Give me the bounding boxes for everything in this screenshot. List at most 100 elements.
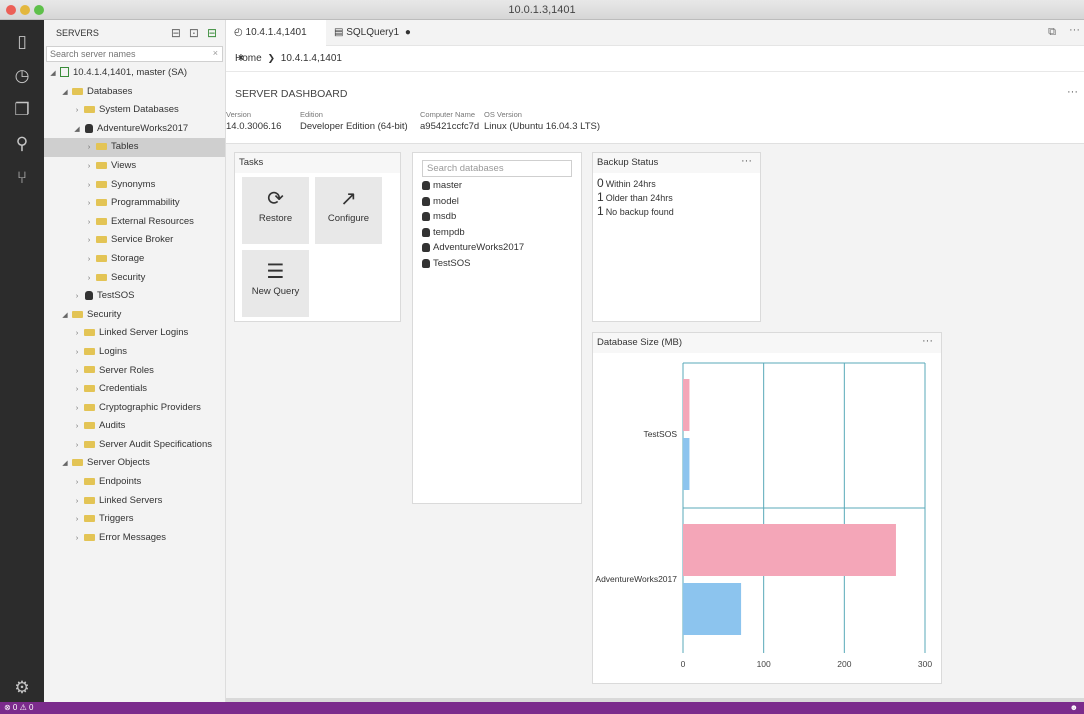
folder-icon: [84, 515, 95, 523]
chevron-down-icon[interactable]: ◢: [60, 84, 70, 103]
dashboard-more-icon[interactable]: ···: [1067, 86, 1078, 98]
split-editor-icon[interactable]: ⧉: [1048, 26, 1056, 39]
tree-node[interactable]: › Synonyms: [44, 176, 225, 195]
chevron-right-icon[interactable]: ›: [72, 493, 82, 512]
chevron-right-icon[interactable]: ›: [84, 232, 94, 251]
tree-node[interactable]: › Security: [44, 269, 225, 288]
backup-more-icon[interactable]: ···: [741, 151, 752, 171]
tree-node-label: Server Roles: [99, 364, 154, 376]
chevron-right-icon[interactable]: ›: [72, 102, 82, 121]
unsaved-dot-icon[interactable]: ●: [405, 27, 411, 38]
database-item[interactable]: msdb: [413, 209, 581, 225]
chevron-right-icon[interactable]: ›: [72, 400, 82, 419]
property-key: Edition: [300, 110, 323, 119]
history-icon[interactable]: ◷: [10, 64, 34, 88]
chevron-right-icon[interactable]: ›: [72, 363, 82, 382]
chevron-down-icon[interactable]: ◢: [48, 65, 58, 84]
chevron-right-icon[interactable]: ›: [72, 437, 82, 456]
chevron-right-icon[interactable]: ›: [72, 474, 82, 493]
maximize-window-button[interactable]: [34, 5, 44, 15]
tree-node[interactable]: ◢ Databases: [44, 83, 225, 102]
problems-status[interactable]: ⊗ 0 ⚠ 0: [4, 703, 33, 712]
tree-node[interactable]: ◢ AdventureWorks2017: [44, 120, 225, 139]
tree-node[interactable]: › System Databases: [44, 101, 225, 120]
search-icon[interactable]: ⚲: [10, 132, 34, 156]
tree-node[interactable]: › Endpoints: [44, 473, 225, 492]
source-control-icon[interactable]: ⑂: [10, 166, 34, 190]
tree-node[interactable]: › Error Messages: [44, 529, 225, 548]
tree-node[interactable]: ◢ Server Objects: [44, 454, 225, 473]
tree-node[interactable]: › Linked Servers: [44, 492, 225, 511]
tree-node[interactable]: › Linked Server Logins: [44, 324, 225, 343]
tree-node[interactable]: › Views: [44, 157, 225, 176]
new-group-icon[interactable]: ⊡: [189, 26, 199, 40]
tree-node[interactable]: › Credentials: [44, 380, 225, 399]
breadcrumb-server[interactable]: 10.4.1.4,1401: [281, 53, 342, 64]
folder-icon: [84, 403, 95, 411]
database-list: master model msdb tempdb AdventureWorks2017 T…: [413, 178, 581, 272]
folder-icon: [96, 236, 107, 244]
tree-node[interactable]: ◢ Security: [44, 306, 225, 325]
chevron-right-icon[interactable]: ›: [84, 214, 94, 233]
tree-node[interactable]: › Programmability: [44, 194, 225, 213]
chevron-down-icon[interactable]: ◢: [60, 455, 70, 474]
database-item[interactable]: AdventureWorks2017: [413, 240, 581, 256]
tab-server-dashboard[interactable]: ◴ 10.4.1.4,1401 ×: [226, 20, 326, 64]
chevron-right-icon[interactable]: ›: [72, 381, 82, 400]
chevron-down-icon[interactable]: ◢: [60, 307, 70, 326]
restore-button[interactable]: ⟳ Restore: [242, 177, 309, 244]
servers-icon[interactable]: ▯: [10, 30, 34, 54]
chevron-right-icon[interactable]: ›: [72, 288, 82, 307]
explorer-icon[interactable]: ❐: [10, 98, 34, 122]
settings-gear-icon[interactable]: ⚙: [10, 676, 34, 700]
clear-search-icon[interactable]: ×: [213, 48, 218, 58]
tab-label: SQLQuery1: [346, 27, 400, 38]
chevron-right-icon[interactable]: ›: [72, 418, 82, 437]
new-query-button[interactable]: ☰ New Query: [242, 250, 309, 317]
tree-node[interactable]: › Cryptographic Providers: [44, 399, 225, 418]
database-item[interactable]: TestSOS: [413, 256, 581, 272]
database-icon: [422, 227, 430, 237]
tree-node[interactable]: › Audits: [44, 417, 225, 436]
chevron-right-icon[interactable]: ›: [84, 195, 94, 214]
tree-node-label: Views: [111, 159, 137, 171]
sidebar-header: SERVERS ⊟ ⊡ ⊟: [44, 20, 225, 46]
folder-icon: [96, 217, 107, 225]
active-connections-icon[interactable]: ⊟: [207, 26, 217, 40]
database-item[interactable]: master: [413, 178, 581, 194]
chevron-right-icon[interactable]: ›: [84, 251, 94, 270]
chevron-right-icon[interactable]: ›: [72, 511, 82, 530]
database-search-input[interactable]: Search databases: [422, 160, 572, 177]
chevron-right-icon[interactable]: ›: [72, 530, 82, 549]
tree-node[interactable]: › Tables: [44, 138, 225, 157]
chevron-right-icon[interactable]: ›: [84, 139, 94, 158]
tree-node[interactable]: › External Resources: [44, 213, 225, 232]
tree-node[interactable]: › TestSOS: [44, 287, 225, 306]
more-actions-icon[interactable]: ···: [1069, 24, 1080, 36]
tree-node[interactable]: › Logins: [44, 343, 225, 362]
tree-node[interactable]: ◢ 10.4.1.4,1401, master (SA): [44, 64, 225, 83]
close-tab-icon[interactable]: ×: [238, 53, 244, 64]
chevron-right-icon[interactable]: ›: [84, 270, 94, 289]
chevron-right-icon[interactable]: ›: [72, 325, 82, 344]
database-icon: [422, 243, 430, 253]
tab-sqlquery1[interactable]: ▤ SQLQuery1 ●: [326, 20, 419, 46]
chevron-right-icon[interactable]: ›: [84, 177, 94, 196]
tree-node[interactable]: › Service Broker: [44, 231, 225, 250]
tree-node[interactable]: › Triggers: [44, 510, 225, 529]
configure-button[interactable]: ↗ Configure: [315, 177, 382, 244]
chevron-down-icon[interactable]: ◢: [72, 121, 82, 140]
minimize-window-button[interactable]: [20, 5, 30, 15]
close-window-button[interactable]: [6, 5, 16, 15]
tree-node[interactable]: › Server Audit Specifications: [44, 436, 225, 455]
new-connection-icon[interactable]: ⊟: [171, 26, 181, 40]
database-item[interactable]: model: [413, 194, 581, 210]
notifications-icon[interactable]: ☻: [1070, 702, 1078, 714]
chevron-right-icon[interactable]: ›: [84, 158, 94, 177]
dbsize-more-icon[interactable]: ···: [922, 331, 933, 351]
tree-node[interactable]: › Storage: [44, 250, 225, 269]
chevron-right-icon[interactable]: ›: [72, 344, 82, 363]
database-item[interactable]: tempdb: [413, 225, 581, 241]
server-search-input[interactable]: [47, 47, 222, 61]
tree-node[interactable]: › Server Roles: [44, 362, 225, 381]
